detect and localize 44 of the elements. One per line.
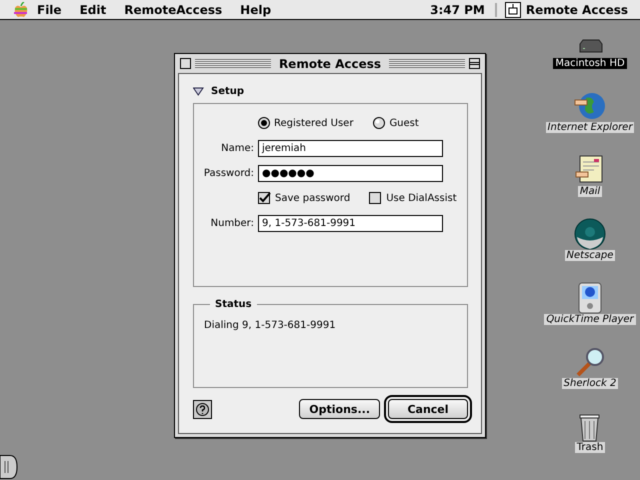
control-strip-tab[interactable] <box>0 455 18 479</box>
title-bar-stripes[interactable] <box>389 59 465 68</box>
icon-label[interactable]: QuickTime Player <box>544 314 636 325</box>
radio-button[interactable] <box>258 117 270 129</box>
application-icon[interactable] <box>504 2 521 18</box>
field-label: Name: <box>220 142 255 154</box>
input-field[interactable]: jeremiah <box>258 140 443 156</box>
radio-label[interactable]: Guest <box>389 118 419 128</box>
menu-item[interactable]: Help <box>231 2 280 16</box>
window-title: Remote Access <box>278 56 382 70</box>
globe-icon[interactable] <box>574 90 606 122</box>
menu-item[interactable]: Edit <box>70 2 116 16</box>
checkbox[interactable] <box>258 192 271 204</box>
title-bar-stripes[interactable] <box>195 59 271 68</box>
field-label: Number: <box>210 218 255 228</box>
input-field[interactable]: ●●●●●● <box>258 164 443 182</box>
section-heading: Setup <box>211 86 244 97</box>
icon-label[interactable]: Sherlock 2 <box>562 378 618 389</box>
radio-label[interactable]: Registered User <box>274 118 354 128</box>
magnifier-icon[interactable] <box>574 346 606 378</box>
round-logo-icon[interactable] <box>574 218 606 250</box>
help-button[interactable] <box>193 400 212 418</box>
icon-label[interactable]: Macintosh HD <box>553 58 627 69</box>
icon-label[interactable]: Internet Explorer <box>546 122 634 133</box>
checkbox[interactable] <box>369 192 382 204</box>
checkbox-label[interactable]: Save password <box>275 192 350 204</box>
checkbox-label[interactable]: Use DialAssist <box>386 192 457 204</box>
clock[interactable]: 3:47 PM <box>430 2 497 16</box>
section-heading: Status <box>214 299 253 310</box>
disclosure-triangle[interactable] <box>193 87 204 96</box>
icon-label[interactable]: Mail <box>578 186 602 197</box>
application-menu[interactable]: Remote Access <box>526 2 628 16</box>
icon-label[interactable]: Netscape <box>564 250 616 261</box>
collapse-box[interactable] <box>469 58 480 69</box>
menu-item[interactable]: File <box>28 2 71 16</box>
radio-button[interactable] <box>373 117 386 129</box>
status-message: Dialing 9, 1-573-681-9991 <box>204 320 337 331</box>
close-box[interactable] <box>180 58 191 69</box>
dialog-button[interactable]: Options... <box>299 399 380 419</box>
menu-item[interactable]: RemoteAccess <box>115 2 232 16</box>
input-field[interactable]: 9, 1-573-681-9991 <box>258 214 443 232</box>
apple-icon[interactable] <box>14 2 28 18</box>
icon-label[interactable]: Trash <box>574 442 606 453</box>
field-label: Password: <box>202 168 255 178</box>
